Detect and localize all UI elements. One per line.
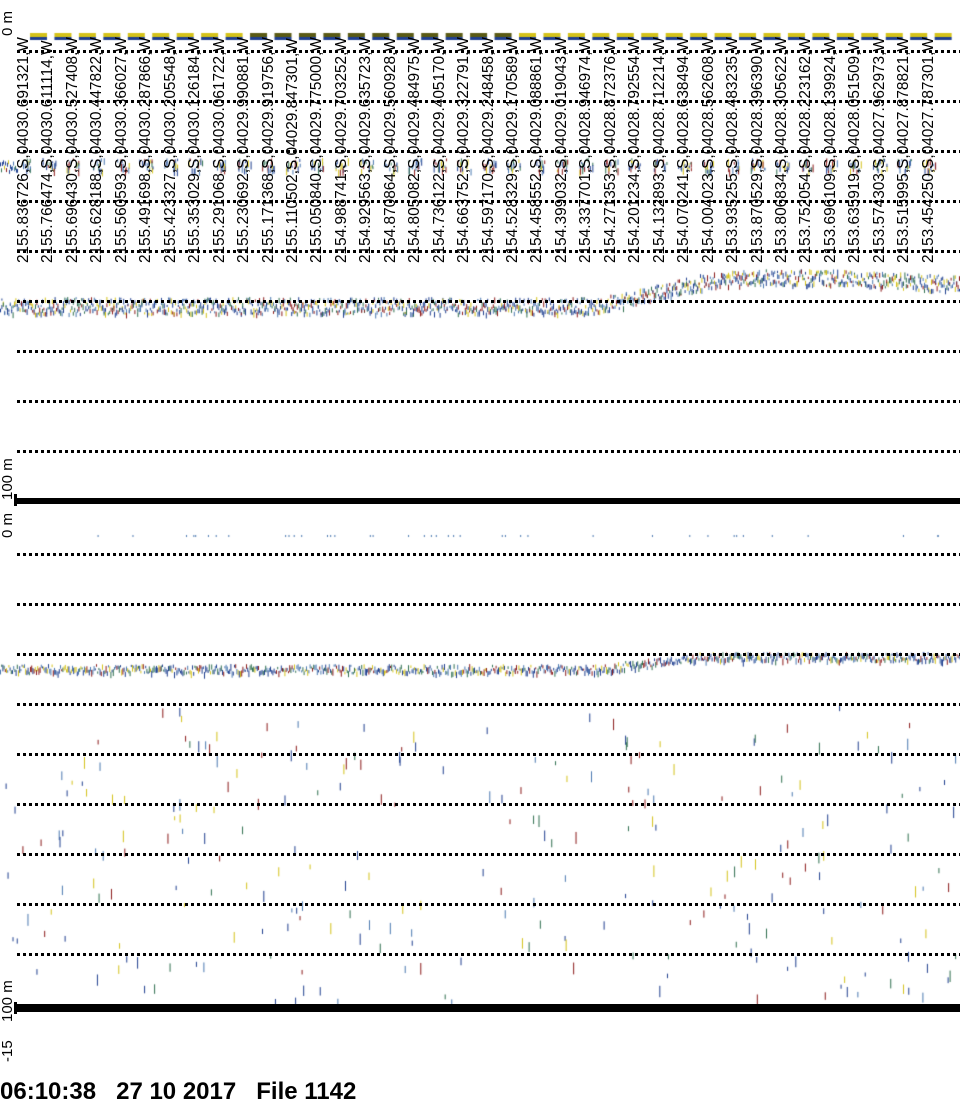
track-position-label: 2155.423327,S,04030.205548,W bbox=[161, 37, 179, 263]
lower-depth-bottom-label: 100 m bbox=[0, 980, 16, 1022]
track-position-label: 2155.110502,S,04029.847301,W bbox=[283, 38, 301, 263]
track-position-label: 2154.870864,S,04029.560928,W bbox=[381, 37, 399, 263]
depth-gridline bbox=[17, 400, 960, 403]
track-position-label: 2154.929563,S,04029.635723,W bbox=[357, 37, 375, 263]
depth-gridline bbox=[17, 953, 960, 956]
track-position-label: 2153.574303,S,04027.962973,W bbox=[870, 37, 888, 263]
status-footer: 06:10:38 27 10 2017 File 1142 bbox=[0, 1078, 356, 1106]
footer-file: File 1142 bbox=[256, 1078, 357, 1105]
axis-tick bbox=[14, 494, 17, 506]
panel-bottom-line bbox=[17, 1004, 960, 1012]
track-position-label: 2153.454250,S,04027.787301,W bbox=[919, 37, 937, 263]
depth-gridline bbox=[17, 603, 960, 606]
footer-time: 06:10:38 bbox=[0, 1078, 97, 1105]
track-position-label: 2153.806834,S,04028.305622,W bbox=[772, 37, 790, 263]
track-position-label: 2154.805082,S,04029.484975,W bbox=[406, 37, 424, 263]
track-position-label: 2155.696430,S,04030.527408,W bbox=[63, 37, 81, 263]
track-position-label: 2153.870529,S,04028.396390,W bbox=[748, 37, 766, 263]
lower-depth-offset-label: -15 bbox=[0, 1040, 16, 1062]
track-position-label: 2155.560593,S,04030.366027,W bbox=[112, 37, 130, 263]
depth-gridline bbox=[17, 300, 960, 303]
track-position-label: 2153.635919,S,04028.051509,W bbox=[846, 37, 864, 263]
track-position-label: 2153.935255,S,04028.483235,W bbox=[724, 37, 742, 263]
track-position-label: 2155.766474,S,04030.611114,W bbox=[39, 40, 57, 264]
track-position-label: 2154.458552,S,04029.088861,W bbox=[528, 37, 546, 263]
track-position-label: 2155.491698,S,04030.287866,W bbox=[137, 37, 155, 263]
depth-gridline bbox=[17, 653, 960, 656]
track-position-label: 2155.291068,S,04030.061722,W bbox=[210, 37, 228, 263]
depth-gridline bbox=[17, 350, 960, 353]
track-position-label: 2154.528329,S,04029.170589,W bbox=[504, 37, 521, 263]
track-position-label: 2155.836726,S,04030.691321,W bbox=[15, 37, 32, 263]
track-position-label: 2155.230692,S,04029.990881,W bbox=[235, 37, 253, 263]
lower-depth-top-label: 0 m bbox=[0, 512, 16, 538]
depth-gridline bbox=[17, 703, 960, 706]
panel-bottom-line bbox=[17, 498, 960, 504]
track-position-label: 2155.628188,S,04030.447822,W bbox=[88, 37, 106, 263]
track-position-label: 2154.988741,S,04029.703252,W bbox=[332, 37, 350, 263]
track-position-label: 2154.663752,S,04029.322791,W bbox=[455, 37, 473, 263]
depth-gridline bbox=[17, 853, 960, 856]
track-position-label: 2154.004023,S,04028.562608,W bbox=[699, 37, 717, 263]
track-position-label: 2153.752054,S,04028.223162,W bbox=[797, 37, 815, 263]
track-position-label: 2155.171368,S,04029.919756,W bbox=[259, 37, 277, 263]
depth-gridline bbox=[17, 553, 960, 556]
track-position-label: 2154.597170,S,04029.248458,W bbox=[479, 37, 497, 263]
axis-tick bbox=[14, 1002, 17, 1014]
upper-depth-top-label: 0 m bbox=[0, 10, 16, 36]
track-position-label: 2154.736122,S,04029.405170,W bbox=[430, 37, 448, 263]
track-position-label: 2154.132893,S,04028.712214,W bbox=[650, 37, 668, 263]
footer-date: 27 10 2017 bbox=[116, 1078, 237, 1105]
track-position-label: 2153.515995,S,04027.878821,W bbox=[895, 37, 913, 263]
track-position-label: 2155.353029,S,04030.126184,W bbox=[186, 37, 204, 263]
track-position-label: 2154.201234,S,04028.792554,W bbox=[626, 37, 644, 263]
depth-gridline bbox=[17, 753, 960, 756]
track-position-label: 2154.399032,S,04029.019043,W bbox=[552, 37, 570, 263]
depth-gridline bbox=[17, 803, 960, 806]
track-position-label: 2154.337701,S,04028.946974,W bbox=[577, 37, 595, 263]
track-position-label: 2155.050840,S,04029.775000,W bbox=[308, 37, 326, 263]
track-position-label: 2154.070241,S,04028.638494,W bbox=[675, 37, 693, 263]
depth-gridline bbox=[17, 903, 960, 906]
upper-depth-bottom-label: 100 m bbox=[0, 458, 16, 500]
track-position-label: 2153.696109,S,04028.139924,W bbox=[821, 37, 839, 263]
track-position-label: 2154.271353,S,04028.872376,W bbox=[601, 37, 619, 263]
depth-gridline bbox=[17, 450, 960, 453]
